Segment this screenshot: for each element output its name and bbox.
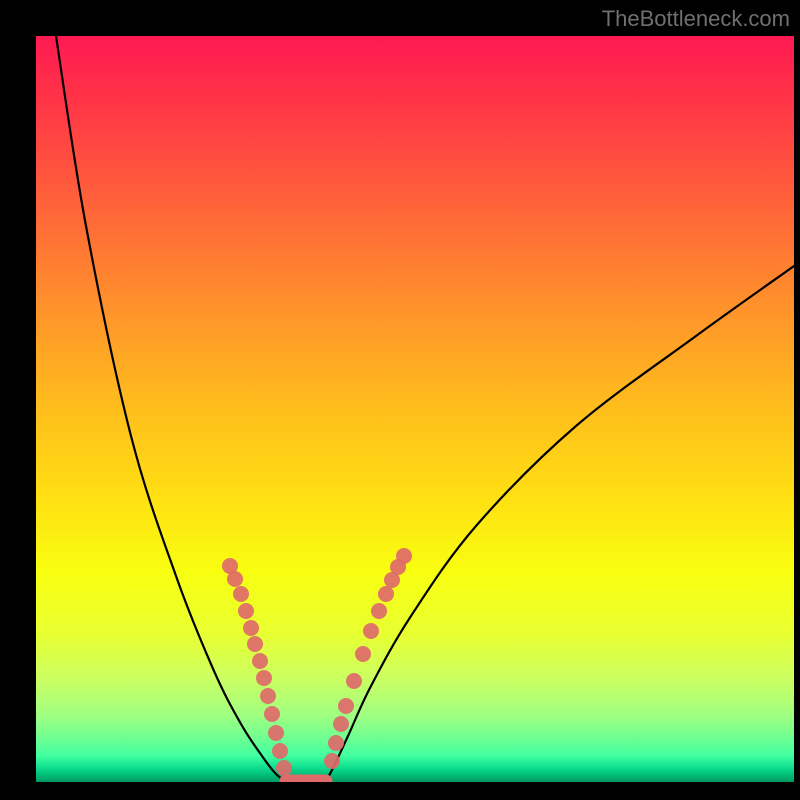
data-dot — [328, 735, 344, 751]
data-dot — [272, 743, 288, 759]
data-dot — [324, 753, 340, 769]
chart-frame: TheBottleneck.com — [0, 0, 800, 800]
data-dot — [363, 623, 379, 639]
data-dot — [333, 716, 349, 732]
data-dot — [378, 586, 394, 602]
data-dot — [264, 706, 280, 722]
data-dot — [346, 673, 362, 689]
data-dot — [268, 725, 284, 741]
data-dot — [355, 646, 371, 662]
right-curve-path — [326, 266, 794, 781]
data-dot — [252, 653, 268, 669]
data-dot — [260, 688, 276, 704]
plot-area — [36, 36, 794, 782]
data-dot — [233, 586, 249, 602]
data-dot — [338, 698, 354, 714]
data-dot — [238, 603, 254, 619]
data-dot — [243, 620, 259, 636]
data-dot — [396, 548, 412, 564]
curve-layer — [36, 36, 794, 782]
data-dot — [247, 636, 263, 652]
watermark-text: TheBottleneck.com — [602, 6, 790, 32]
data-dot — [256, 670, 272, 686]
left-curve-path — [56, 36, 286, 781]
dots-right-group — [324, 548, 412, 769]
dots-left-group — [222, 558, 292, 776]
data-dot — [371, 603, 387, 619]
data-dot — [276, 760, 292, 776]
data-dot — [227, 571, 243, 587]
